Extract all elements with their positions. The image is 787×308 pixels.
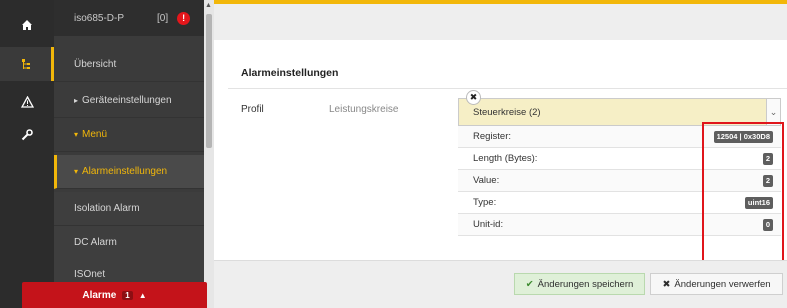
alarm-bar[interactable]: Alarme 1 ▲: [22, 282, 207, 308]
save-label: Änderungen speichern: [537, 278, 634, 290]
row-label: Length (Bytes):: [473, 153, 538, 164]
discard-changes-button[interactable]: ✖ Änderungen verwerfen: [650, 273, 783, 295]
nav-item-uebersicht[interactable]: Übersicht: [54, 48, 204, 82]
tree-icon[interactable]: [0, 47, 54, 81]
nav-item-alarmeinstellungen[interactable]: ▾ Alarmeinstellungen: [54, 155, 204, 189]
row-label: Register:: [473, 131, 512, 142]
nav-item-label: Geräteeinstellungen: [82, 95, 172, 106]
device-header[interactable]: iso685-D-P [0] !: [54, 0, 204, 36]
save-changes-button[interactable]: ✔ Änderungen speichern: [514, 273, 645, 295]
cross-icon: ✖: [662, 278, 671, 290]
alarm-count-badge: 1: [122, 290, 133, 300]
profil-value-label: Leistungskreise: [329, 104, 399, 115]
clear-selection-icon[interactable]: ✖: [466, 90, 481, 105]
nav-item-geraeteeinstellungen[interactable]: ▸ Geräteeinstellungen: [54, 84, 204, 118]
warning-icon[interactable]: [0, 85, 54, 119]
scroll-up-icon[interactable]: ▲: [205, 2, 212, 9]
action-footer: ✔ Änderungen speichern ✖ Änderungen verw…: [214, 260, 787, 308]
nav-item-label: ISOnet: [74, 269, 106, 280]
wrench-icon[interactable]: [0, 118, 54, 152]
nav-item-label: Isolation Alarm: [74, 203, 140, 214]
select-value: Steuerkreise (2): [473, 106, 541, 118]
row-label: Value:: [473, 175, 500, 186]
nav-item-label: Menü: [82, 129, 108, 140]
navigation-panel: iso685-D-P [0] ! Übersicht ▸ Geräteeinst…: [54, 0, 204, 308]
caret-down-icon: ▾: [74, 130, 79, 139]
row-label: Type:: [473, 197, 497, 208]
nav-item-label: Übersicht: [74, 59, 117, 70]
nav-item-label: DC Alarm: [74, 237, 117, 248]
row-label: Unit-id:: [473, 219, 504, 230]
home-icon[interactable]: [0, 8, 54, 42]
alarm-label: Alarme: [82, 289, 117, 301]
profil-label: Profil: [241, 104, 264, 115]
chevron-up-icon: ▲: [138, 290, 147, 300]
highlight-frame: [702, 122, 784, 262]
caret-down-icon: ▾: [74, 167, 79, 176]
alert-badge[interactable]: !: [177, 11, 191, 25]
icon-rail: [0, 0, 54, 308]
caret-right-icon: ▸: [74, 96, 79, 105]
checkmark-icon: ✔: [525, 278, 534, 290]
nav-item-menu[interactable]: ▾ Menü: [54, 118, 204, 152]
nav-item-isolation-alarm[interactable]: Isolation Alarm: [54, 192, 204, 226]
section-title: Alarmeinstellungen: [241, 67, 339, 79]
content-header-band: [214, 4, 787, 40]
discard-label: Änderungen verwerfen: [674, 278, 771, 290]
nav-scrollbar[interactable]: ▲: [204, 0, 214, 308]
scrollbar-thumb[interactable]: [206, 14, 212, 148]
main-content: Alarmeinstellungen Profil Leistungskreis…: [214, 4, 787, 308]
device-count: [0]: [157, 12, 169, 24]
nav-item-dc-alarm[interactable]: DC Alarm: [54, 226, 204, 260]
device-name: iso685-D-P: [74, 12, 125, 24]
nav-item-label: Alarmeinstellungen: [82, 166, 168, 177]
divider: [228, 88, 787, 89]
